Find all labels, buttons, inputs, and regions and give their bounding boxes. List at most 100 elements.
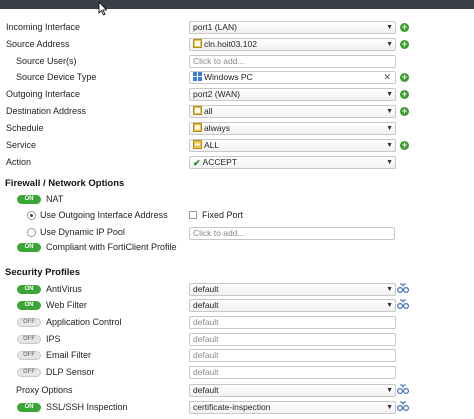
compliant-label: Compliant with FortiClient Profile xyxy=(46,242,177,252)
chevron-down-icon: ▼ xyxy=(386,302,393,309)
antivirus-profile-select[interactable]: default ▼ xyxy=(189,283,396,296)
remove-icon[interactable]: ✕ xyxy=(383,72,391,83)
chevron-down-icon: ▼ xyxy=(386,108,393,115)
outgoing-interface-label: Outgoing Interface xyxy=(6,89,81,99)
checkmark-icon: ✔ xyxy=(193,158,201,168)
antivirus-toggle[interactable]: ON xyxy=(17,285,41,294)
service-icon xyxy=(193,140,202,149)
source-device-type-row: Source Device Type Windows PC ✕ + xyxy=(0,70,474,86)
mouse-cursor-icon xyxy=(98,2,107,16)
chevron-down-icon: ▼ xyxy=(386,125,393,132)
dlp-sensor-label: DLP Sensor xyxy=(46,367,95,377)
address-object-icon xyxy=(193,39,202,48)
source-address-label: Source Address xyxy=(6,39,70,49)
destination-address-select[interactable]: all ▼ xyxy=(189,105,396,118)
outgoing-interface-select[interactable]: port2 (WAN) ▼ xyxy=(189,88,396,101)
view-glasses-icon[interactable] xyxy=(397,283,409,294)
web-filter-profile-value: default xyxy=(193,300,219,310)
fixed-port-label: Fixed Port xyxy=(202,210,244,220)
schedule-label: Schedule xyxy=(6,123,44,133)
schedule-icon xyxy=(193,123,202,132)
profile-row-dlp: OFF DLP Sensor default xyxy=(0,365,474,381)
service-row: Service ALL ▼ + xyxy=(0,138,474,154)
schedule-select[interactable]: always ▼ xyxy=(189,122,396,135)
profile-row-ips: OFF IPS default xyxy=(0,332,474,348)
profile-row-webfilter: ON Web Filter default ▼ xyxy=(0,298,474,314)
use-dynamic-radio[interactable] xyxy=(27,228,36,237)
use-outgoing-row: Use Outgoing Interface Address Fixed Por… xyxy=(0,208,474,224)
profile-row-antivirus: ON AntiVirus default ▼ xyxy=(0,282,474,298)
nat-row: ON NAT xyxy=(0,192,474,208)
use-outgoing-label: Use Outgoing Interface Address xyxy=(40,210,168,220)
antivirus-profile-value: default xyxy=(193,284,219,294)
nat-label: NAT xyxy=(46,194,64,204)
add-outgoing-interface-button[interactable]: + xyxy=(400,90,409,99)
incoming-interface-value: port1 (LAN) xyxy=(193,22,237,32)
ssl-inspection-toggle[interactable]: ON xyxy=(17,403,41,412)
schedule-row: Schedule always ▼ xyxy=(0,121,474,137)
chevron-down-icon: ▼ xyxy=(386,286,393,293)
source-device-type-value: Windows PC xyxy=(204,72,253,82)
service-label: Service xyxy=(6,140,37,150)
chevron-down-icon: ▼ xyxy=(386,404,393,411)
view-glasses-icon[interactable] xyxy=(397,299,409,310)
service-value: ALL xyxy=(204,140,220,150)
use-dynamic-label: Use Dynamic IP Pool xyxy=(40,227,125,237)
web-filter-label: Web Filter xyxy=(46,300,87,310)
chevron-down-icon: ▼ xyxy=(386,159,393,166)
email-filter-label: Email Filter xyxy=(46,350,92,360)
source-address-row: Source Address cln.hoit03.102 ▼ + xyxy=(0,37,474,53)
web-filter-toggle[interactable]: ON xyxy=(17,301,41,310)
application-control-toggle[interactable]: OFF xyxy=(17,318,41,327)
proxy-options-select[interactable]: default ▼ xyxy=(189,384,396,397)
chevron-down-icon: ▼ xyxy=(386,41,393,48)
action-value: ACCEPT xyxy=(202,157,238,167)
ssl-inspection-row: ON SSL/SSH Inspection certificate-inspec… xyxy=(0,400,474,416)
ips-label: IPS xyxy=(46,334,61,344)
dlp-sensor-toggle[interactable]: OFF xyxy=(17,368,41,377)
compliant-toggle[interactable]: ON xyxy=(17,243,41,252)
source-users-input[interactable]: Click to add... xyxy=(189,55,396,68)
use-outgoing-radio[interactable] xyxy=(27,211,36,220)
application-control-profile-field[interactable]: default xyxy=(189,316,396,329)
add-service-button[interactable]: + xyxy=(400,141,409,150)
proxy-options-label: Proxy Options xyxy=(16,385,73,395)
use-dynamic-row: Use Dynamic IP Pool Click to add... xyxy=(0,225,474,241)
source-address-value: cln.hoit03.102 xyxy=(204,39,257,49)
dynamic-pool-input[interactable]: Click to add... xyxy=(189,227,395,240)
source-users-label: Source User(s) xyxy=(16,56,77,66)
add-destination-address-button[interactable]: + xyxy=(400,107,409,116)
source-device-type-label: Source Device Type xyxy=(16,72,97,82)
application-control-label: Application Control xyxy=(46,317,122,327)
antivirus-label: AntiVirus xyxy=(46,284,82,294)
add-device-type-button[interactable]: + xyxy=(400,73,409,82)
dlp-sensor-profile-field[interactable]: default xyxy=(189,366,396,379)
add-incoming-interface-button[interactable]: + xyxy=(400,23,409,32)
compliant-row: ON Compliant with FortiClient Profile xyxy=(0,240,474,256)
add-source-address-button[interactable]: + xyxy=(400,40,409,49)
windows-logo-icon xyxy=(193,72,202,81)
chevron-down-icon: ▼ xyxy=(386,387,393,394)
email-filter-profile-field[interactable]: default xyxy=(189,349,396,362)
web-filter-profile-select[interactable]: default ▼ xyxy=(189,299,396,312)
source-device-type-field[interactable]: Windows PC ✕ xyxy=(189,71,396,84)
address-object-icon xyxy=(193,106,202,115)
email-filter-toggle[interactable]: OFF xyxy=(17,351,41,360)
window-top-bar xyxy=(0,0,474,9)
view-glasses-icon[interactable] xyxy=(397,401,409,412)
ssl-inspection-label: SSL/SSH Inspection xyxy=(46,402,128,412)
source-address-select[interactable]: cln.hoit03.102 ▼ xyxy=(189,38,396,51)
destination-address-label: Destination Address xyxy=(6,106,87,116)
incoming-interface-select[interactable]: port1 (LAN) ▼ xyxy=(189,21,396,34)
action-select[interactable]: ✔ ACCEPT ▼ xyxy=(189,156,396,169)
ips-profile-field[interactable]: default xyxy=(189,333,396,346)
source-users-row: Source User(s) Click to add... xyxy=(0,54,474,70)
ips-toggle[interactable]: OFF xyxy=(17,335,41,344)
nat-toggle[interactable]: ON xyxy=(17,195,41,204)
fixed-port-checkbox[interactable] xyxy=(189,211,197,219)
view-glasses-icon[interactable] xyxy=(397,384,409,395)
destination-address-row: Destination Address all ▼ + xyxy=(0,104,474,120)
service-select[interactable]: ALL ▼ xyxy=(189,139,396,152)
ssl-inspection-select[interactable]: certificate-inspection ▼ xyxy=(189,401,396,414)
incoming-interface-label: Incoming Interface xyxy=(6,22,81,32)
